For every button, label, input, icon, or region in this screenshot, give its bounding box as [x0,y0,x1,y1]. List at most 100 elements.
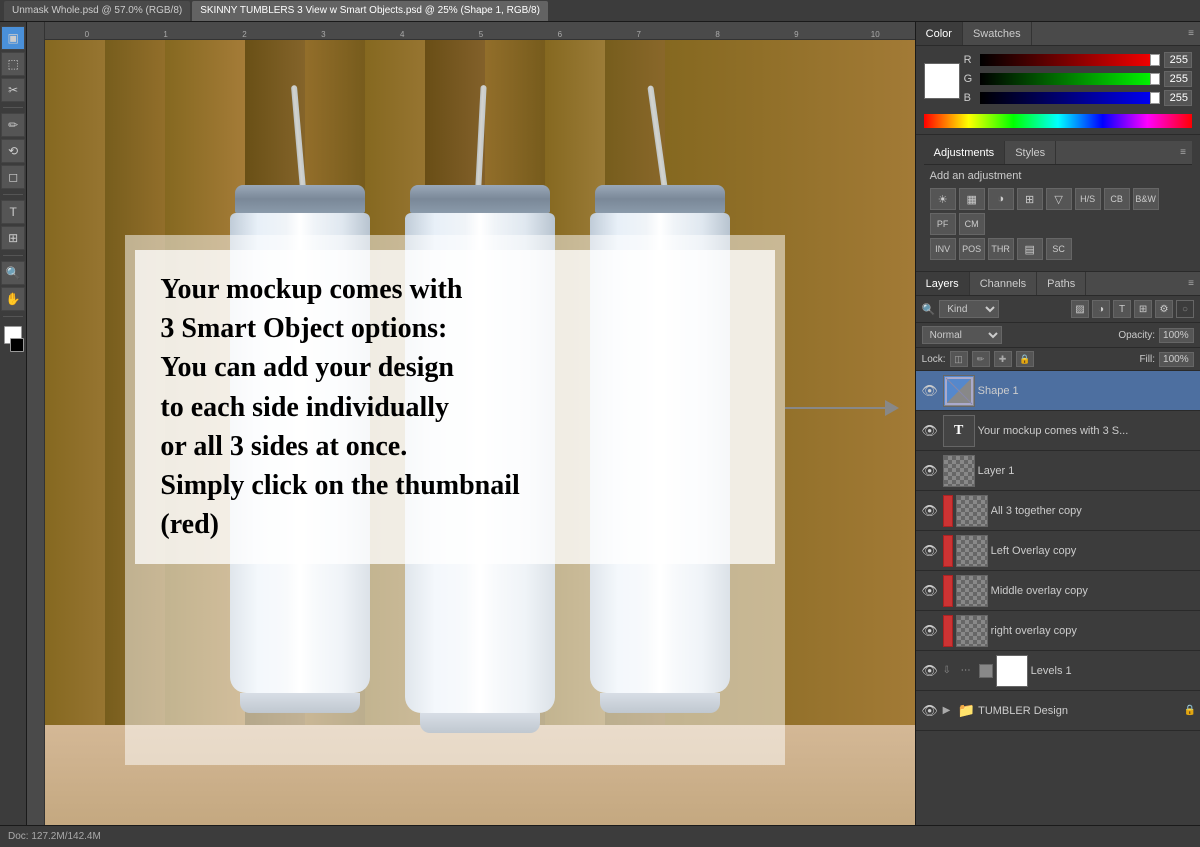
tool-shape[interactable]: ⊞ [1,226,25,250]
tab-paths[interactable]: Paths [1037,272,1086,295]
layer-eye-left[interactable]: 👁 [920,543,940,559]
layer-eye-shape1[interactable]: 👁 [920,383,940,399]
layer-eye-text[interactable]: 👁 [920,423,940,439]
blue-channel-row: B 255 [964,90,1192,106]
fill-input[interactable] [1159,352,1194,367]
filter-pixel[interactable]: ▨ [1071,300,1089,318]
layer-levels1[interactable]: 👁 ⇩ ⋯ Levels 1 [916,651,1200,691]
opacity-input[interactable] [1159,328,1194,343]
adj-invert[interactable]: INV [930,238,956,260]
layer-thumb-middle-overlay [956,575,988,607]
layer-eye-right[interactable]: 👁 [920,623,940,639]
tab-unmask[interactable]: Unmask Whole.psd @ 57.0% (RGB/8) [4,1,190,21]
adj-photo[interactable]: PF [930,213,956,235]
layer-text-mockup[interactable]: 👁 T Your mockup comes with 3 S... [916,411,1200,451]
adj-selectivecolor[interactable]: SC [1046,238,1072,260]
adj-bw[interactable]: B&W [1133,188,1159,210]
tool-zoom[interactable]: 🔍 [1,261,25,285]
status-doc-info: Doc: 127.2M/142.4M [8,831,101,842]
layer-middle-overlay[interactable]: 👁 Middle overlay copy [916,571,1200,611]
tool-select[interactable]: ▣ [1,26,25,50]
lock-label: Lock: [922,354,946,365]
layers-mode-row: Normal Opacity: [916,323,1200,348]
tab-layers[interactable]: Layers [916,272,970,295]
layer-thumb-levels [996,655,1028,687]
adj-colorbalance[interactable]: CB [1104,188,1130,210]
tool-measure[interactable]: ✂ [1,78,25,102]
layer-eye-all3[interactable]: 👁 [920,503,940,519]
layer-eye-layer1[interactable]: 👁 [920,463,940,479]
tab-adjustments[interactable]: Adjustments [924,141,1006,164]
layer-eye-levels[interactable]: 👁 [920,663,940,679]
layers-panel-expand[interactable]: ≡ [1182,278,1200,289]
tab-styles[interactable]: Styles [1005,141,1056,164]
arrow-line [785,407,885,409]
b-value[interactable]: 255 [1164,90,1192,106]
filter-shape[interactable]: ⊞ [1134,300,1152,318]
layer-1[interactable]: 👁 Layer 1 [916,451,1200,491]
tab-swatches[interactable]: Swatches [963,22,1032,45]
layer-all3-copy[interactable]: 👁 All 3 together copy [916,491,1200,531]
adj-exposure[interactable]: ⊞ [1017,188,1043,210]
layer-shape1[interactable]: 👁 Shape 1 [916,371,1200,411]
red-channel-row: R 255 [964,52,1192,68]
adj-levels[interactable]: ▦ [959,188,985,210]
color-panel-expand[interactable]: ≡ [1182,22,1200,45]
tool-clone[interactable]: ⟲ [1,139,25,163]
adj-threshold[interactable]: THR [988,238,1014,260]
lock-position[interactable]: ✚ [994,351,1012,367]
spectrum-bar[interactable] [924,114,1192,128]
filter-type[interactable]: T [1113,300,1131,318]
layer-tumbler-folder[interactable]: 👁 ▶ 📁 TUMBLER Design 🔒 [916,691,1200,731]
text-overlay-box: Your mockup comes with3 Smart Object opt… [135,250,775,564]
folder-arrow[interactable]: ▶ [943,705,955,716]
blend-mode-select[interactable]: Normal [922,326,1002,344]
layer-eye-folder[interactable]: 👁 [920,703,940,719]
tool-crop[interactable]: ⬚ [1,52,25,76]
color-swatch[interactable] [924,63,960,99]
layers-filter-row: 🔍 Kind ▨ ◑ T ⊞ ⚙ ○ [916,296,1200,323]
lock-all[interactable]: 🔒 [1016,351,1034,367]
tool-eraser[interactable]: ◻ [1,165,25,189]
layer-name-levels: Levels 1 [1031,665,1196,677]
g-value[interactable]: 255 [1164,71,1192,87]
r-value[interactable]: 255 [1164,52,1192,68]
tab-channels[interactable]: Channels [970,272,1037,295]
layer-eye-middle[interactable]: 👁 [920,583,940,599]
adj-posterize[interactable]: POS [959,238,985,260]
add-adjustment-label: Add an adjustment [930,170,1186,182]
adj-curves[interactable]: ◑ [988,188,1014,210]
top-tab-bar: Unmask Whole.psd @ 57.0% (RGB/8) SKINNY … [0,0,1200,22]
lock-paint[interactable]: ✏ [972,351,990,367]
lid-right [595,185,725,213]
tab-color[interactable]: Color [916,22,963,45]
layer-name-middle-overlay: Middle overlay copy [991,585,1196,597]
lock-transparent[interactable]: ◫ [950,351,968,367]
tab-skinny-tumblers[interactable]: SKINNY TUMBLERS 3 View w Smart Objects.p… [192,1,548,21]
layer-right-overlay[interactable]: 👁 right overlay copy [916,611,1200,651]
layers-panel-tabs: Layers Channels Paths ≡ [916,272,1200,296]
fill-label: Fill: [1139,354,1155,365]
r-slider[interactable] [980,54,1160,66]
filter-toggle[interactable]: ○ [1176,300,1194,318]
tool-paint[interactable]: ✏ [1,113,25,137]
color-panel: Color Swatches ≡ R [916,22,1200,135]
adj-vibrance[interactable]: ▽ [1046,188,1072,210]
layers-panel: Layers Channels Paths ≡ 🔍 Kind ▨ ◑ [916,272,1200,825]
adj-panel-expand[interactable]: ≡ [1174,141,1192,164]
g-slider[interactable] [980,73,1160,85]
filter-smart[interactable]: ⚙ [1155,300,1173,318]
filter-adjustment[interactable]: ◑ [1092,300,1110,318]
adj-gradient[interactable]: ▤ [1017,238,1043,260]
canvas-inner[interactable]: Your mockup comes with3 Smart Object opt… [45,40,914,825]
tool-hand[interactable]: ✋ [1,287,25,311]
adj-brightness[interactable]: ☀ [930,188,956,210]
tool-type[interactable]: T [1,200,25,224]
layer-left-overlay[interactable]: 👁 Left Overlay copy [916,531,1200,571]
filter-kind-select[interactable]: Kind [939,300,999,318]
tool-background-color[interactable] [10,338,24,352]
b-slider[interactable] [980,92,1160,104]
layer-thumb-left-overlay [956,535,988,567]
adj-channelmixer[interactable]: CM [959,213,985,235]
adj-hue[interactable]: H/S [1075,188,1101,210]
